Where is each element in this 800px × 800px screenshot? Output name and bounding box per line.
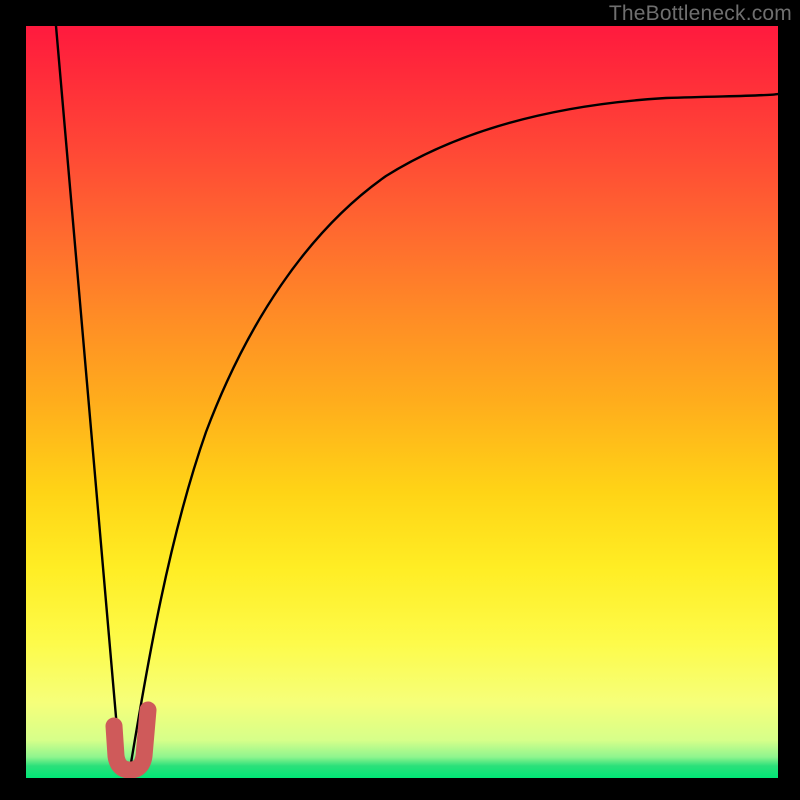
plot-area: [26, 26, 778, 778]
chart-frame: TheBottleneck.com: [0, 0, 800, 800]
right-curve-line: [131, 94, 778, 763]
curves-layer: [26, 26, 778, 778]
attribution-text: TheBottleneck.com: [609, 2, 792, 26]
left-slope-line: [56, 26, 120, 763]
